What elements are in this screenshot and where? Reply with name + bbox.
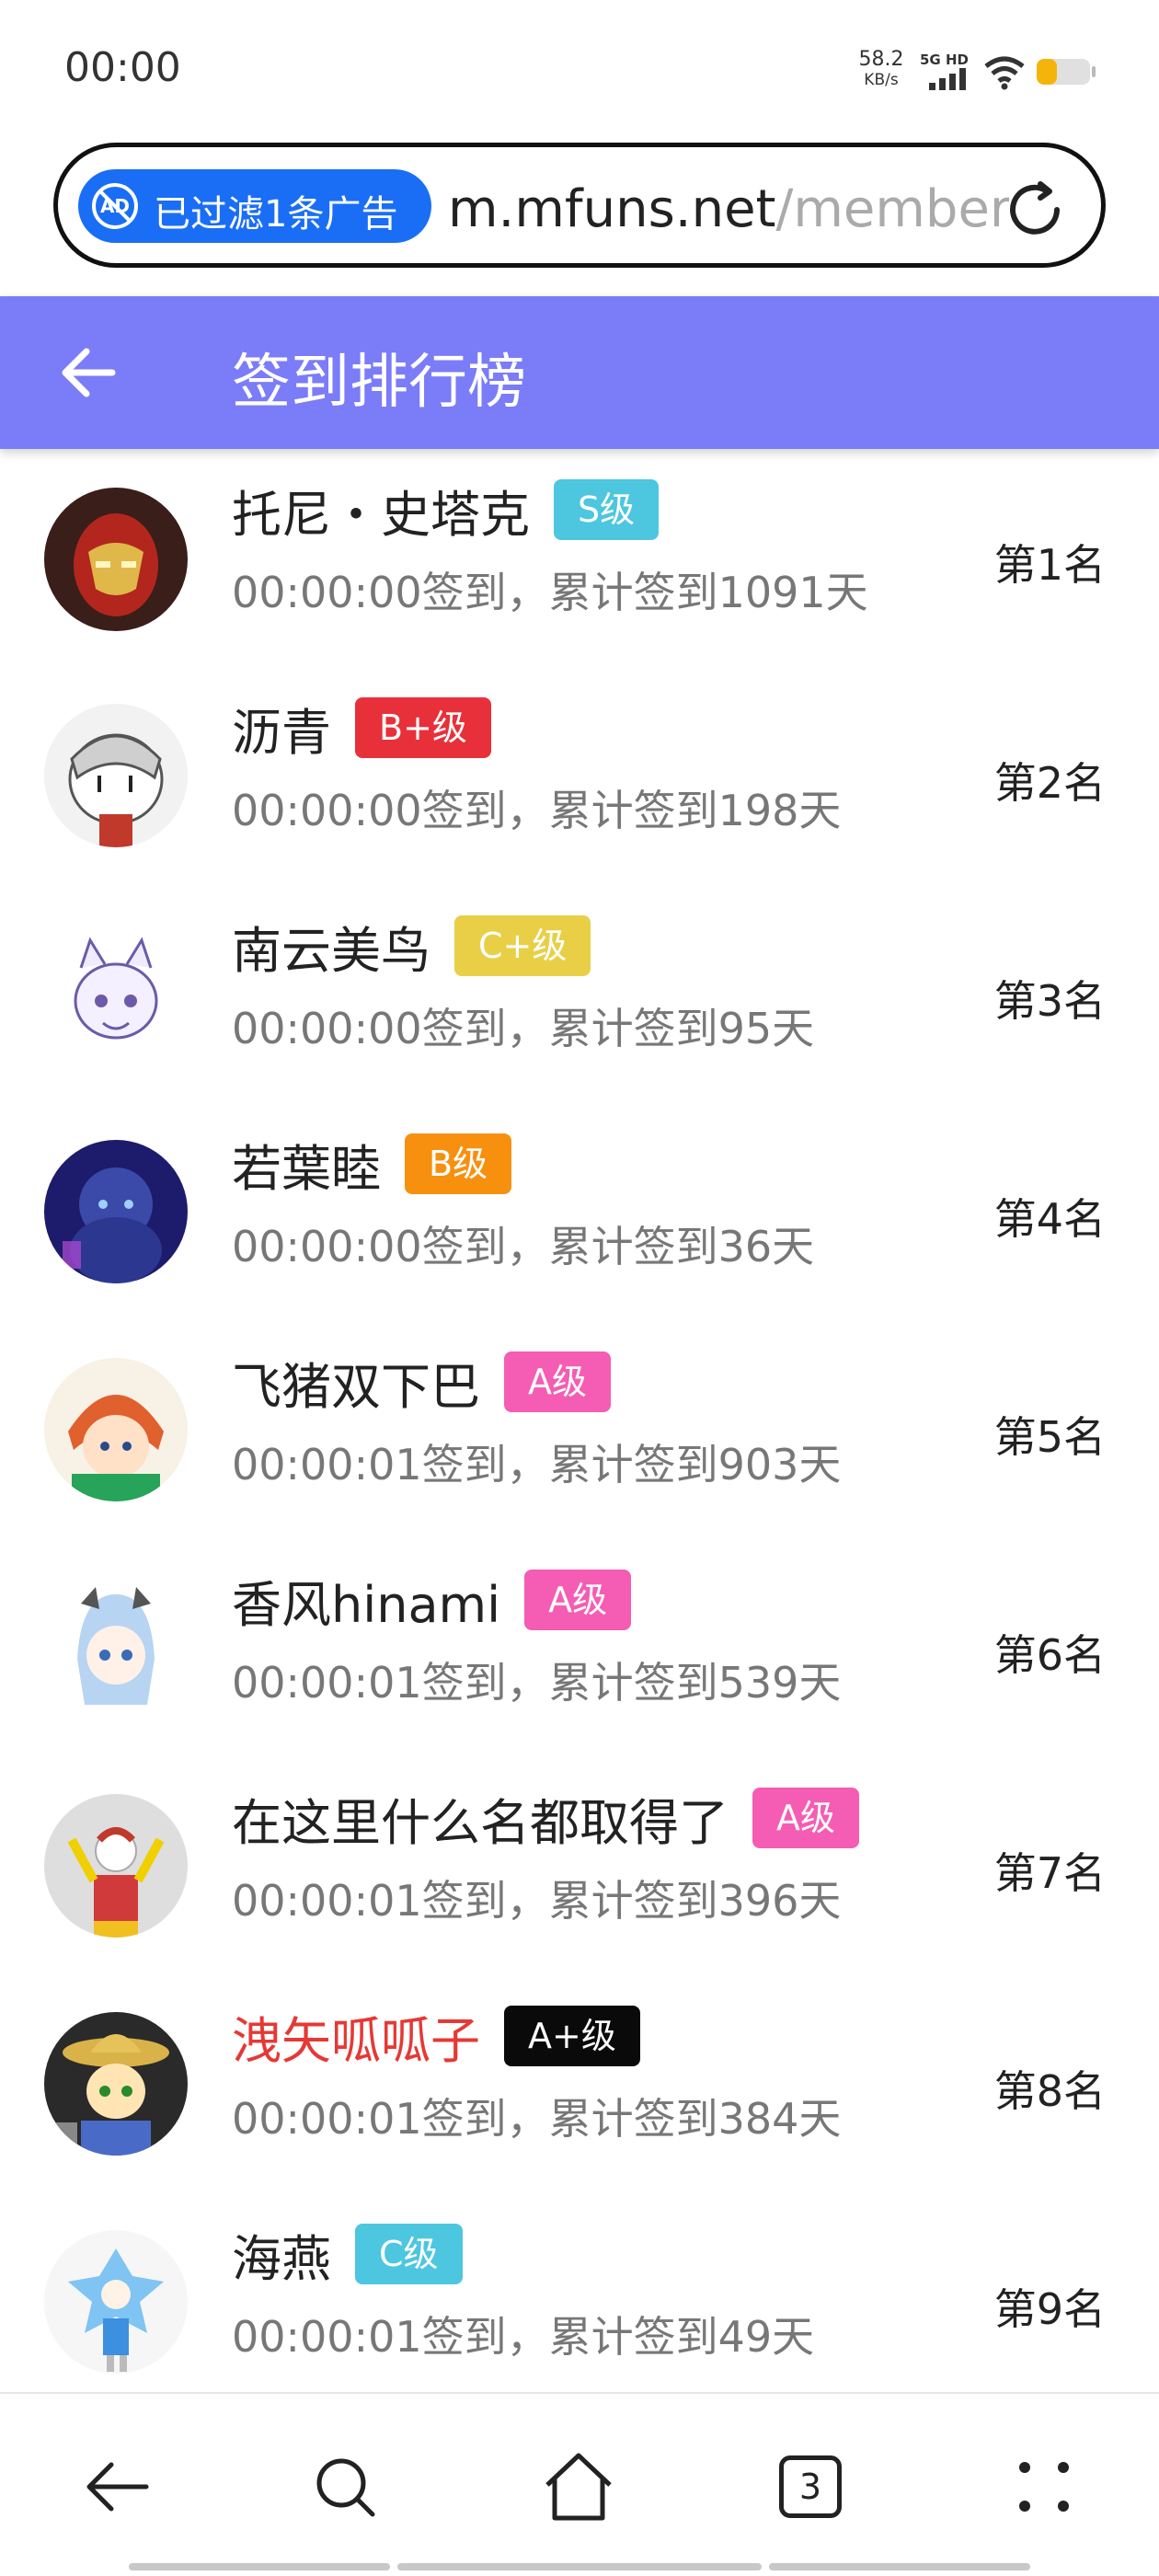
avatar[interactable] bbox=[44, 1140, 188, 1283]
avatar[interactable] bbox=[44, 704, 188, 847]
list-item[interactable]: 香风hinami A级 00:00:01签到，累计签到539天 第6名 bbox=[0, 1539, 1159, 1757]
avatar[interactable] bbox=[44, 1358, 188, 1501]
menu-dots-icon bbox=[1019, 2462, 1069, 2512]
back-arrow-icon bbox=[86, 2462, 149, 2512]
name-line: 若葉睦 B级 bbox=[232, 1128, 512, 1201]
name-line: 洩矢呱呱子 A+级 bbox=[232, 2001, 640, 2071]
list-item[interactable]: 在这里什么名都取得了 A级 00:00:01签到，累计签到396天 第7名 bbox=[0, 1757, 1159, 1975]
name-line: 飞猪双下巴 A级 bbox=[232, 1347, 611, 1417]
avatar[interactable] bbox=[44, 1794, 188, 1938]
nav-menu-button[interactable] bbox=[1003, 2445, 1085, 2528]
nav-back-button[interactable] bbox=[75, 2445, 158, 2528]
wifi-icon bbox=[984, 56, 1025, 90]
checkin-info: 00:00:01签到，累计签到539天 bbox=[232, 1658, 842, 1708]
battery-icon bbox=[1037, 59, 1096, 85]
signal-icon bbox=[929, 68, 966, 90]
checkin-info: 00:00:00签到，累计签到198天 bbox=[232, 786, 842, 835]
ad-block-icon: AD bbox=[92, 183, 138, 229]
level-badge: A级 bbox=[504, 1351, 611, 1412]
name-line: 香风hinami A级 bbox=[232, 1564, 632, 1637]
checkin-info: 00:00:01签到，累计签到49天 bbox=[232, 2312, 815, 2362]
name-line: 沥青 B+级 bbox=[232, 693, 491, 763]
list-item[interactable]: 洩矢呱呱子 A+级 00:00:01签到，累计签到384天 第8名 bbox=[0, 1975, 1159, 2193]
list-item[interactable]: 南云美鸟 C+级 00:00:00签到，累计签到95天 第3名 bbox=[0, 885, 1159, 1103]
list-item[interactable]: 飞猪双下巴 A级 00:00:01签到，累计签到903天 第5名 bbox=[0, 1321, 1159, 1539]
gesture-bar-right bbox=[769, 2563, 1030, 2570]
search-icon bbox=[316, 2458, 375, 2517]
home-icon bbox=[545, 2453, 612, 2521]
network-speed: 58.2 KB/s bbox=[854, 50, 909, 90]
name-line: 海燕 C级 bbox=[232, 2219, 463, 2289]
status-time: 00:00 bbox=[64, 44, 181, 91]
back-arrow-icon[interactable] bbox=[59, 344, 118, 401]
rank-label: 第9名 bbox=[993, 2284, 1106, 2334]
checkin-info: 00:00:01签到，累计签到396天 bbox=[232, 1876, 842, 1926]
level-badge: C级 bbox=[355, 2224, 463, 2284]
checkin-info: 00:00:00签到，累计签到95天 bbox=[232, 1004, 815, 1053]
list-item[interactable]: 沥青 B+级 00:00:00签到，累计签到198天 第2名 bbox=[0, 667, 1159, 885]
gesture-bar-left bbox=[129, 2563, 390, 2570]
rank-label: 第5名 bbox=[993, 1412, 1106, 1462]
bottom-nav-bar: 3 bbox=[0, 2392, 1159, 2576]
url-host: m.mfuns.net bbox=[448, 180, 776, 239]
avatar[interactable] bbox=[44, 2012, 188, 2156]
level-badge: B级 bbox=[405, 1133, 512, 1194]
checkin-info: 00:00:01签到，累计签到903天 bbox=[232, 1440, 842, 1489]
status-bar: 00:00 58.2 KB/s 5G HD bbox=[0, 0, 1159, 138]
page-title: 签到排行榜 bbox=[232, 349, 526, 417]
ad-filter-text: 已过滤1条广告 bbox=[154, 193, 398, 236]
rank-label: 第6名 bbox=[993, 1630, 1106, 1680]
user-name[interactable]: 海燕 bbox=[232, 2218, 331, 2291]
signal-label: 5G HD bbox=[920, 52, 969, 68]
url-path: /member bbox=[775, 180, 1009, 239]
user-name[interactable]: 香风hinami bbox=[232, 1564, 500, 1637]
tab-count: 3 bbox=[779, 2455, 842, 2518]
list-item[interactable]: 海燕 C级 00:00:01签到，累计签到49天 第9名 bbox=[0, 2193, 1159, 2392]
gesture-bar-center bbox=[397, 2563, 762, 2570]
network-speed-unit: KB/s bbox=[864, 71, 899, 89]
level-badge: A+级 bbox=[504, 2006, 640, 2066]
rank-label: 第3名 bbox=[993, 976, 1106, 1026]
user-name[interactable]: 在这里什么名都取得了 bbox=[232, 1782, 729, 1855]
user-name[interactable]: 托尼・史塔克 bbox=[232, 474, 530, 546]
level-badge: A级 bbox=[524, 1570, 632, 1630]
name-line: 托尼・史塔克 S级 bbox=[232, 474, 660, 546]
address-bar[interactable]: AD 已过滤1条广告 m.mfuns.net/member bbox=[53, 143, 1106, 268]
level-badge: C+级 bbox=[454, 915, 591, 976]
app-header: 签到排行榜 bbox=[0, 296, 1159, 449]
ad-filter-badge[interactable]: AD 已过滤1条广告 bbox=[78, 169, 431, 243]
checkin-info: 00:00:00签到，累计签到1091天 bbox=[232, 568, 868, 617]
user-name[interactable]: 飞猪双下巴 bbox=[232, 1346, 480, 1419]
user-name[interactable]: 南云美鸟 bbox=[232, 910, 430, 983]
level-badge: S级 bbox=[554, 479, 660, 540]
avatar[interactable] bbox=[44, 488, 188, 631]
checkin-info: 00:00:00签到，累计签到36天 bbox=[232, 1222, 815, 1271]
rank-label: 第4名 bbox=[993, 1194, 1106, 1244]
rank-label: 第8名 bbox=[993, 2066, 1106, 2116]
ranking-list: 托尼・史塔克 S级 00:00:00签到，累计签到1091天 第1名 沥青 B+… bbox=[0, 449, 1159, 2392]
nav-home-button[interactable] bbox=[537, 2445, 620, 2528]
reload-icon[interactable] bbox=[1000, 175, 1070, 245]
level-badge: B+级 bbox=[355, 697, 491, 758]
name-line: 南云美鸟 C+级 bbox=[232, 911, 591, 981]
network-speed-value: 58.2 bbox=[858, 48, 904, 71]
nav-search-button[interactable] bbox=[304, 2445, 386, 2528]
checkin-info: 00:00:01签到，累计签到384天 bbox=[232, 2094, 842, 2144]
user-name[interactable]: 沥青 bbox=[232, 692, 331, 765]
nav-tabs-button[interactable]: 3 bbox=[769, 2445, 852, 2528]
list-item[interactable]: 托尼・史塔克 S级 00:00:00签到，累计签到1091天 第1名 bbox=[0, 449, 1159, 667]
list-item[interactable]: 若葉睦 B级 00:00:00签到，累计签到36天 第4名 bbox=[0, 1103, 1159, 1321]
name-line: 在这里什么名都取得了 A级 bbox=[232, 1783, 859, 1853]
avatar[interactable] bbox=[44, 2230, 188, 2374]
user-name[interactable]: 洩矢呱呱子 bbox=[232, 2000, 480, 2073]
level-badge: A级 bbox=[752, 1788, 859, 1848]
url-text[interactable]: m.mfuns.net/member bbox=[448, 180, 1009, 239]
rank-label: 第2名 bbox=[993, 758, 1106, 808]
user-name[interactable]: 若葉睦 bbox=[232, 1128, 381, 1201]
rank-label: 第1名 bbox=[993, 540, 1106, 590]
avatar[interactable] bbox=[44, 1576, 188, 1719]
rank-label: 第7名 bbox=[993, 1848, 1106, 1898]
avatar[interactable] bbox=[44, 922, 188, 1065]
